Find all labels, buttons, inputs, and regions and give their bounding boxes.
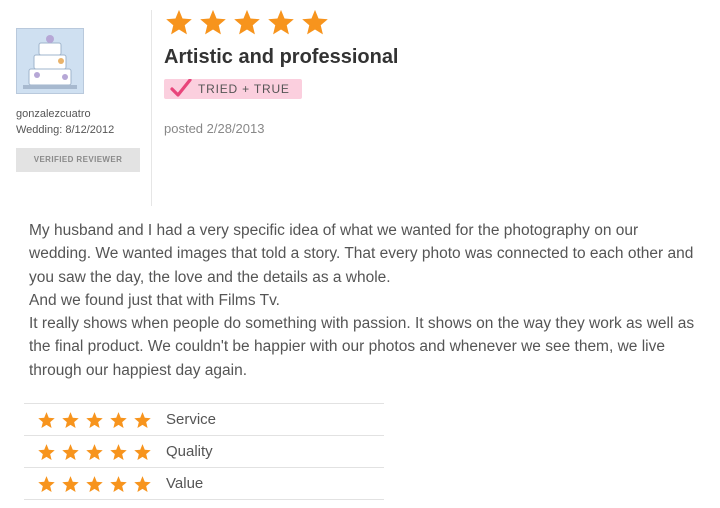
star-icon: [134, 475, 151, 492]
rating-row-value: Value: [24, 467, 384, 500]
star-icon: [38, 443, 55, 460]
star-icon: [86, 475, 103, 492]
rating-label-service: Service: [166, 411, 217, 428]
overall-rating-stars: [164, 8, 399, 36]
service-rating-stars: [37, 411, 152, 429]
review-paragraph: It really shows when people do something…: [29, 315, 695, 379]
verified-reviewer-badge: VERIFIED REVIEWER: [16, 148, 140, 172]
star-icon: [38, 475, 55, 492]
tried-and-true-badge: TRIED + TRUE: [164, 79, 302, 99]
star-icon: [110, 443, 127, 460]
posted-date: posted 2/28/2013: [164, 121, 265, 136]
badge-label: TRIED + TRUE: [198, 82, 290, 96]
category-ratings: Service Quality Value: [24, 403, 384, 500]
star-icon: [38, 411, 55, 428]
star-icon: [110, 411, 127, 428]
rating-label-quality: Quality: [166, 443, 213, 460]
review-header: Artistic and professional TRIED + TRUE p…: [164, 8, 399, 136]
review-paragraph: My husband and I had a very specific ide…: [29, 222, 694, 286]
star-icon: [62, 475, 79, 492]
wedding-date: Wedding: 8/12/2012: [16, 124, 115, 136]
reviewer-panel: gonzalezcuatro Wedding: 8/12/2012 VERIFI…: [16, 28, 146, 172]
rating-row-quality: Quality: [24, 435, 384, 467]
review-paragraph: And we found just that with Films Tv.: [29, 291, 280, 309]
quality-rating-stars: [37, 443, 152, 461]
wedding-cake-image: [17, 29, 83, 93]
value-rating-stars: [37, 475, 152, 493]
star-icon: [86, 411, 103, 428]
star-icon: [234, 9, 260, 35]
rating-row-service: Service: [24, 403, 384, 435]
reviewer-username[interactable]: gonzalezcuatro: [16, 108, 146, 120]
star-icon: [134, 411, 151, 428]
avatar[interactable]: [16, 28, 84, 94]
checkmark-icon: [170, 79, 192, 97]
star-icon: [302, 9, 328, 35]
star-icon: [200, 9, 226, 35]
star-icon: [110, 475, 127, 492]
star-icon: [62, 443, 79, 460]
star-icon: [86, 443, 103, 460]
vertical-divider: [151, 10, 152, 206]
review-body: My husband and I had a very specific ide…: [29, 219, 697, 382]
star-icon: [166, 9, 192, 35]
star-icon: [134, 443, 151, 460]
star-icon: [268, 9, 294, 35]
rating-label-value: Value: [166, 475, 204, 492]
review-title: Artistic and professional: [164, 46, 399, 68]
star-icon: [62, 411, 79, 428]
